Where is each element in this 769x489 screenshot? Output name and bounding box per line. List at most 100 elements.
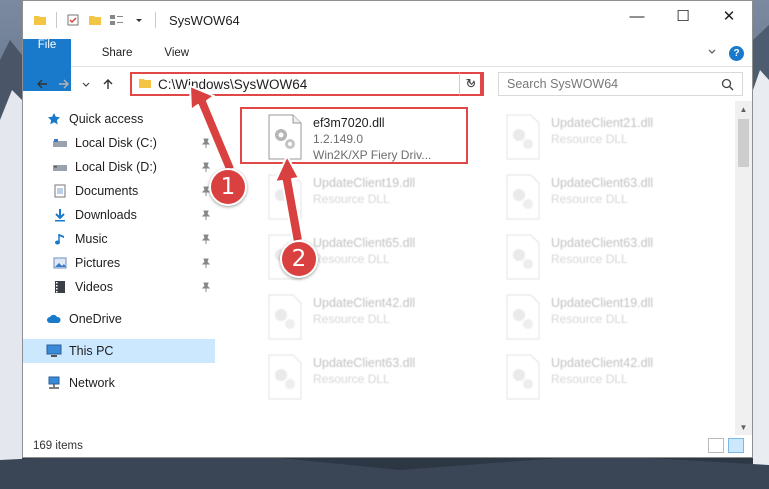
sidebar-item-quick-access[interactable]: Quick access [23,107,215,131]
help-icon[interactable]: ? [729,45,744,61]
sidebar-item-label: Documents [75,184,139,198]
minimize-button[interactable]: — [614,1,660,31]
sidebar-item-music[interactable]: Music [23,227,215,251]
dll-file-icon [506,354,540,400]
up-button[interactable] [97,73,119,95]
properties-icon[interactable] [64,11,82,29]
file-description: Resource DLL [551,132,628,146]
documents-icon [51,183,69,199]
folder-icon [138,76,152,93]
scroll-up-icon[interactable]: ▲ [735,101,752,117]
details-view-icon[interactable] [708,438,724,453]
close-button[interactable]: ✕ [706,1,752,31]
file-item[interactable]: UpdateClient63.dll Resource DLL [503,231,733,283]
forward-button[interactable] [53,73,75,95]
dll-file-icon [506,234,540,280]
sidebar-item-downloads[interactable]: Downloads [23,203,215,227]
file-explorer-window: SysWOW64 — ☐ ✕ File Home Share View ? [22,0,753,458]
item-count: 169 items [33,440,83,452]
back-button[interactable] [31,73,53,95]
sidebar-item-label: Quick access [69,112,144,126]
arrow-left-icon [37,79,47,89]
folder-icon [31,11,49,29]
address-row: C:\Windows\SysWOW64 ↻ Search SysWOW64 [23,67,752,101]
sidebar-item-network[interactable]: Network [23,371,215,395]
file-item[interactable]: UpdateClient42.dll Resource DLL [265,291,495,343]
maximize-button[interactable]: ☐ [660,1,706,31]
ribbon-tabs: File Home Share View ? [23,39,752,91]
pin-icon[interactable] [201,281,211,295]
pin-icon[interactable] [201,161,211,175]
sidebar-item-documents[interactable]: Documents [23,179,215,203]
file-name: UpdateClient42.dll [313,296,416,310]
file-item[interactable]: UpdateClient42.dll Resource DLL [503,351,733,403]
pictures-icon [51,255,69,271]
window-title: SysWOW64 [169,12,240,28]
address-bar[interactable]: C:\Windows\SysWOW64 [130,72,482,96]
vertical-scrollbar[interactable]: ▲ ▼ [735,101,752,435]
file-name: UpdateClient19.dll [313,176,416,190]
pin-icon[interactable] [201,209,211,223]
file-description: Resource DLL [313,192,390,206]
toolbar-divider [155,12,156,28]
dll-file-icon [506,174,540,220]
file-description: Resource DLL [551,312,628,326]
title-bar: SysWOW64 — ☐ ✕ [23,1,752,39]
search-icon [721,78,734,90]
scrollbar-thumb[interactable] [738,119,749,167]
file-description: Resource DLL [313,312,390,326]
drive-icon [51,135,69,151]
file-name: UpdateClient19.dll [551,296,654,310]
toolbar-divider [56,12,57,28]
large-icons-view-icon[interactable] [728,438,744,453]
search-input[interactable]: Search SysWOW64 [498,72,743,96]
step-2-badge: 2 [280,240,318,278]
pin-icon[interactable] [201,257,211,271]
music-icon [51,231,69,247]
star-icon [45,111,63,127]
scroll-down-icon[interactable]: ▼ [735,419,752,435]
file-item[interactable]: UpdateClient19.dll Resource DLL [503,291,733,343]
recent-locations-button[interactable] [75,73,97,95]
sidebar-item-label: Network [69,376,115,390]
dll-file-icon [506,114,540,160]
tab-view[interactable]: View [148,39,205,66]
pin-icon[interactable] [201,233,211,247]
sidebar-item-videos[interactable]: Videos [23,275,215,299]
file-item[interactable]: UpdateClient19.dll Resource DLL [265,171,495,223]
customize-toolbar-icon[interactable] [108,11,126,29]
view-toggles [708,438,744,453]
file-description: Resource DLL [551,252,628,266]
sidebar-item-label: Local Disk (C:) [75,136,157,150]
sidebar-item-label: Local Disk (D:) [75,160,157,174]
tab-share[interactable]: Share [86,39,149,66]
dll-file-icon [268,294,302,340]
new-folder-icon[interactable] [86,11,104,29]
chevron-down-icon[interactable] [130,11,148,29]
file-item[interactable]: UpdateClient63.dll Resource DLL [503,171,733,223]
file-item[interactable]: UpdateClient63.dll Resource DLL [265,351,495,403]
dll-file-icon [268,354,302,400]
computer-icon [45,343,63,359]
sidebar-item-local-disk-d[interactable]: Local Disk (D:) [23,155,215,179]
sidebar-item-label: Downloads [75,208,137,222]
sidebar-item-onedrive[interactable]: OneDrive [23,307,215,331]
navigation-pane: Quick access Local Disk (C:) Local Disk … [23,107,215,395]
sidebar-item-this-pc[interactable]: This PC [23,339,215,363]
pin-icon[interactable] [201,137,211,151]
file-name: UpdateClient42.dll [551,356,654,370]
sidebar-item-pictures[interactable]: Pictures [23,251,215,275]
refresh-button[interactable]: ↻ [459,72,484,96]
sidebar-item-label: Pictures [75,256,121,270]
downloads-icon [51,207,69,223]
expand-ribbon-icon[interactable] [707,46,717,60]
quick-access-toolbar [23,11,159,29]
sidebar-item-local-disk-c[interactable]: Local Disk (C:) [23,131,215,155]
file-item[interactable]: UpdateClient21.dll Resource DLL [503,111,733,163]
file-name: UpdateClient63.dll [313,356,416,370]
sidebar-item-label: Videos [75,280,113,294]
file-description: Resource DLL [313,372,390,386]
address-path[interactable]: C:\Windows\SysWOW64 [158,77,462,92]
